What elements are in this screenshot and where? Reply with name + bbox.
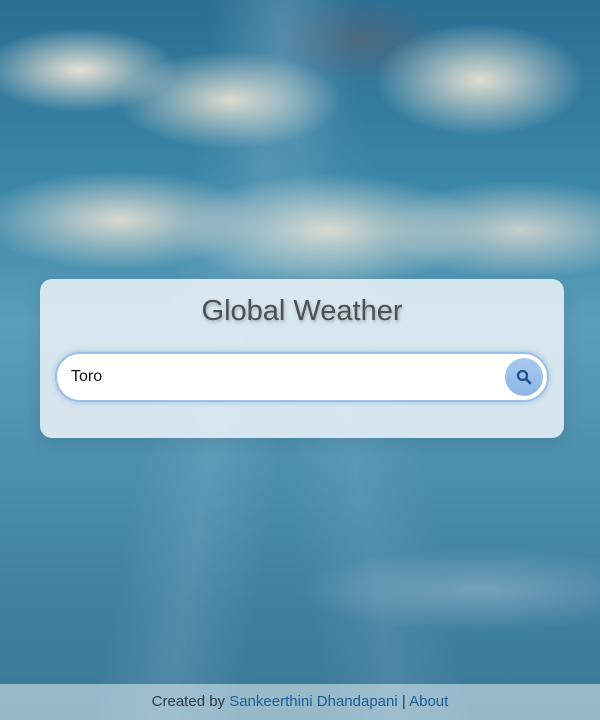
footer: Created by Sankeerthini Dhandapani | Abo… xyxy=(0,684,600,720)
author-link[interactable]: Sankeerthini Dhandapani xyxy=(229,693,397,710)
search-icon xyxy=(516,369,532,385)
footer-created-by: Created by xyxy=(151,693,226,710)
footer-separator: | xyxy=(401,693,406,710)
page-title: Global Weather xyxy=(201,295,403,327)
about-link[interactable]: About xyxy=(409,693,448,710)
search-bar xyxy=(55,352,549,402)
weather-card: Global Weather xyxy=(40,279,564,438)
search-input[interactable] xyxy=(71,364,491,390)
search-button[interactable] xyxy=(505,358,543,396)
